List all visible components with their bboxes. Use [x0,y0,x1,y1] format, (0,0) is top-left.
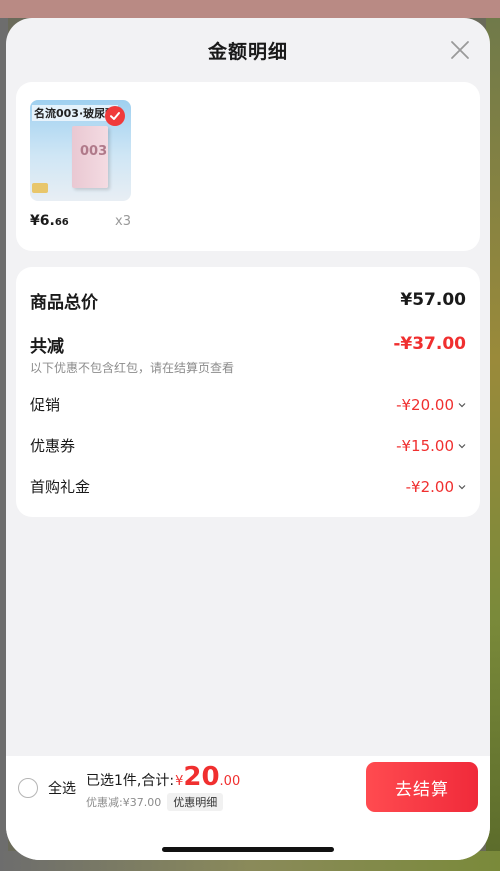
checkout-button[interactable]: 去结算 [366,762,478,812]
total-amount-integer: 20 [183,762,220,792]
selected-check-icon [105,106,125,126]
total-reduction-row: 共减 -¥37.00 [30,331,466,357]
total-price-row: 商品总价 ¥57.00 [30,285,466,315]
total-price-value: ¥57.00 [400,290,466,310]
price-summary-card: 商品总价 ¥57.00 共减 -¥37.00 以下优惠不包含红包，请在结算页查看… [16,267,480,517]
product-quantity: x3 [115,214,131,229]
discount-detail-link[interactable]: 优惠明细 [167,793,224,811]
discount-note: 以下优惠不包含红包，请在结算页查看 [30,361,235,375]
product-meta: ¥6.66 x3 [30,213,131,229]
discount-row-promotion[interactable]: 促销 -¥20.00 [30,384,466,425]
discount-label: 优惠券 [30,437,76,455]
close-icon [451,41,469,59]
discount-label: 首购礼金 [30,478,91,496]
product-card: 名流003·玻尿酸 003 ¥6.66 x3 [16,82,480,251]
selected-count-label: 已选1件,合计: [86,773,175,789]
sheet-header: 金额明细 [6,18,490,82]
home-indicator [162,847,334,852]
discount-value: -¥15.00 [396,437,466,455]
product-item[interactable]: 名流003·玻尿酸 003 ¥6.66 x3 [30,100,140,229]
chevron-down-icon [458,443,466,448]
select-all-label: 全选 [48,781,76,797]
discount-summary-text: 优惠减:¥37.00 [86,796,162,809]
order-total-line: 已选1件,合计: ¥ 20 .00 [86,764,240,790]
discount-row-coupon[interactable]: 优惠券 -¥15.00 [30,425,466,466]
box-label: 003 [80,144,108,159]
chevron-down-icon [458,484,466,489]
thumbnail-badge [32,183,48,193]
sheet-title: 金额明细 [207,40,288,63]
discount-row-first-purchase[interactable]: 首购礼金 -¥2.00 [30,466,466,507]
discount-list: 促销 -¥20.00 优惠券 -¥15.00 首购礼金 -¥2.00 [30,384,466,507]
order-total: 已选1件,合计: ¥ 20 .00 优惠减:¥37.00 优惠明细 [86,764,240,811]
discount-summary-line: 优惠减:¥37.00 优惠明细 [86,793,240,811]
total-reduction-value: -¥37.00 [393,334,466,354]
select-all-control[interactable]: 全选 [18,778,76,798]
product-price: ¥6.66 [30,213,69,229]
backdrop-banner [0,0,500,18]
close-button[interactable] [448,38,472,62]
amount-detail-sheet: 金额明细 名流003·玻尿酸 003 ¥6.66 x3 商品总价 ¥57.00 … [6,18,490,860]
total-reduction-label: 共减 [30,336,64,357]
total-currency: ¥ [175,774,184,789]
checkout-bar: 全选 已选1件,合计: ¥ 20 .00 优惠减:¥37.00 优惠明细 去结算 [6,756,490,860]
select-all-radio[interactable] [18,778,38,798]
discount-label: 促销 [30,396,61,414]
discount-value: -¥2.00 [406,478,466,496]
total-amount-decimal: .00 [219,774,241,789]
total-price-label: 商品总价 [30,292,98,313]
discount-value: -¥20.00 [396,396,466,414]
chevron-down-icon [458,402,466,407]
product-thumbnail[interactable]: 名流003·玻尿酸 003 [30,100,131,201]
product-box-image: 003 [72,126,108,188]
